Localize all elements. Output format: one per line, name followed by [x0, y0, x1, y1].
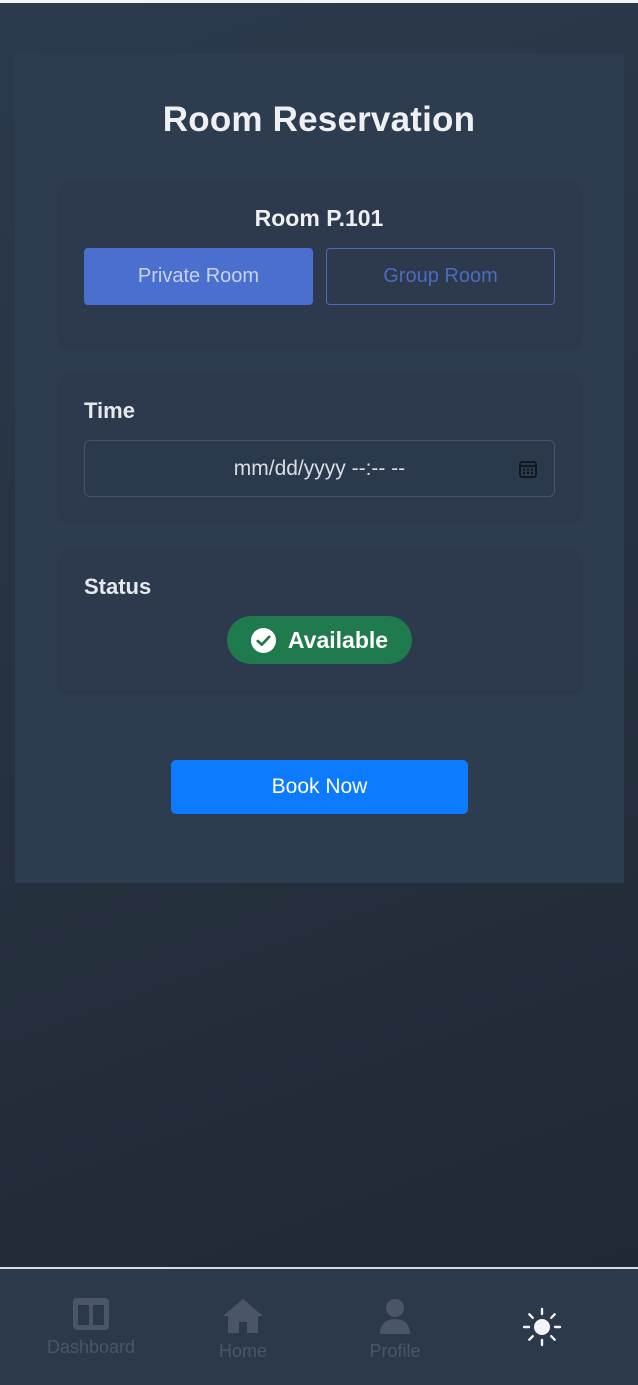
top-border	[0, 0, 638, 3]
dashboard-icon	[73, 1298, 109, 1330]
calendar-icon[interactable]	[518, 459, 538, 479]
room-name: Room P.101	[254, 205, 384, 231]
nav-label-home: Home	[218, 1341, 267, 1361]
group-room-button[interactable]: Group Room	[326, 248, 555, 305]
home-icon	[223, 1299, 263, 1333]
book-now-button[interactable]: Book Now	[171, 760, 468, 814]
nav-item-home[interactable]: Home	[183, 1297, 303, 1362]
profile-icon	[380, 1299, 410, 1334]
status-label: Status	[84, 574, 152, 599]
datetime-input-value: mm/dd/yyyy --:-- --	[233, 456, 406, 480]
nav-item-profile[interactable]: Profile	[335, 1297, 455, 1362]
nav-item-dashboard[interactable]: Dashboard	[31, 1297, 151, 1358]
page-title: Room Reservation	[162, 100, 476, 139]
check-circle-icon	[250, 627, 276, 653]
datetime-input[interactable]: mm/dd/yyyy --:-- --	[84, 440, 555, 497]
nav-label-profile: Profile	[369, 1341, 421, 1361]
time-label: Time	[84, 398, 135, 423]
private-room-button[interactable]: Private Room	[84, 248, 313, 305]
nav-label-dashboard: Dashboard	[46, 1337, 136, 1357]
status-text: Available	[287, 626, 389, 653]
sun-icon[interactable]	[522, 1307, 562, 1347]
status-badge: Available	[227, 616, 412, 664]
